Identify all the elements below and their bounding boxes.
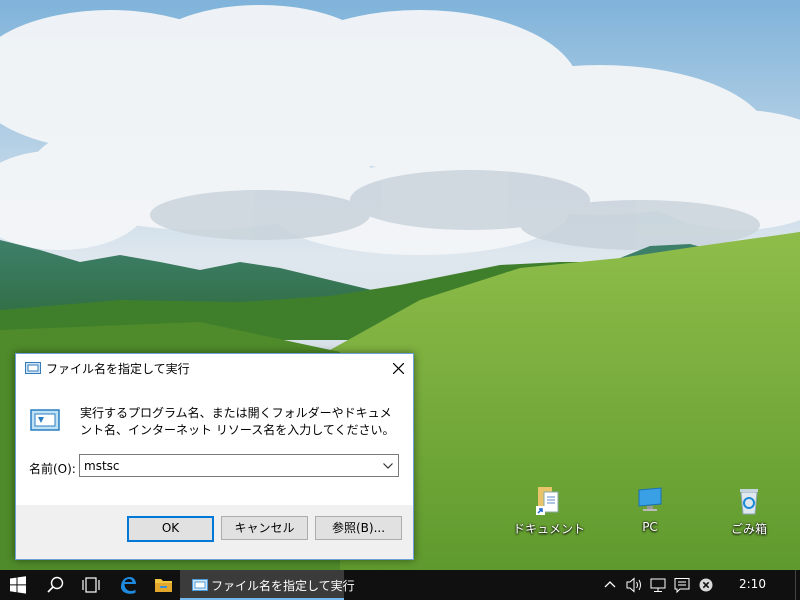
documents-shortcut-icon [536, 487, 559, 515]
run-icon [25, 362, 41, 374]
action-center-icon [674, 578, 690, 594]
search-icon [47, 576, 64, 593]
command-input[interactable] [80, 455, 374, 476]
start-button[interactable] [0, 570, 36, 600]
title-bar[interactable]: ファイル名を指定して実行 [16, 354, 413, 383]
run-icon [30, 409, 60, 431]
close-button[interactable] [383, 354, 413, 383]
network-button[interactable] [648, 570, 668, 600]
desktop-icon-pc[interactable]: PC [611, 484, 689, 546]
taskbar: ファイル名を指定して実行 2:10 [0, 570, 800, 600]
dropdown-button[interactable] [378, 455, 398, 476]
ok-button[interactable]: OK [127, 516, 214, 542]
edge-button[interactable] [110, 570, 144, 600]
chevron-up-icon [604, 581, 616, 588]
desktop-icon-recycle-bin[interactable]: ごみ箱 [710, 484, 788, 546]
run-icon [192, 579, 208, 591]
run-description: 実行するプログラム名、または開くフォルダーやドキュメント名、インターネット リソ… [80, 406, 395, 437]
search-button[interactable] [38, 570, 72, 600]
command-combobox[interactable] [79, 454, 399, 477]
desktop-icon-label: ごみ箱 [730, 522, 767, 536]
file-explorer-button[interactable] [146, 570, 180, 600]
close-icon [393, 363, 404, 374]
volume-button[interactable] [624, 570, 644, 600]
run-dialog: ファイル名を指定して実行 実行するプログラム名、または開くフォルダーやドキュメン… [15, 353, 414, 560]
file-explorer-icon [155, 579, 172, 592]
action-center-button[interactable] [672, 570, 692, 600]
recycle-bin-icon [740, 489, 758, 515]
show-hidden-icons-button[interactable] [600, 570, 620, 600]
network-icon [650, 578, 666, 592]
name-label: 名前(O): [29, 462, 76, 476]
desktop-icon-documents[interactable]: ドキュメント [510, 484, 588, 546]
notification-off-icon [699, 578, 713, 592]
task-view-icon [82, 577, 100, 593]
desktop-icon-label: PC [642, 520, 658, 534]
task-view-button[interactable] [74, 570, 108, 600]
taskbar-app-label: ファイル名を指定して実行 [211, 579, 355, 593]
browse-button[interactable]: 参照(B)... [315, 516, 402, 540]
notification-button[interactable] [696, 570, 716, 600]
show-desktop-button[interactable] [795, 570, 800, 600]
taskbar-run-app[interactable]: ファイル名を指定して実行 [180, 570, 355, 600]
start-icon [10, 576, 26, 594]
pc-icon [638, 487, 662, 511]
desktop-icon-label: ドキュメント [512, 522, 585, 536]
window-title: ファイル名を指定して実行 [46, 362, 190, 376]
edge-icon [121, 577, 136, 594]
dialog-body: 実行するプログラム名、または開くフォルダーやドキュメント名、インターネット リソ… [16, 383, 413, 505]
volume-icon [626, 577, 641, 593]
clock[interactable]: 2:10 [739, 577, 766, 591]
chevron-down-icon [383, 463, 393, 469]
cancel-button[interactable]: キャンセル [221, 516, 308, 540]
